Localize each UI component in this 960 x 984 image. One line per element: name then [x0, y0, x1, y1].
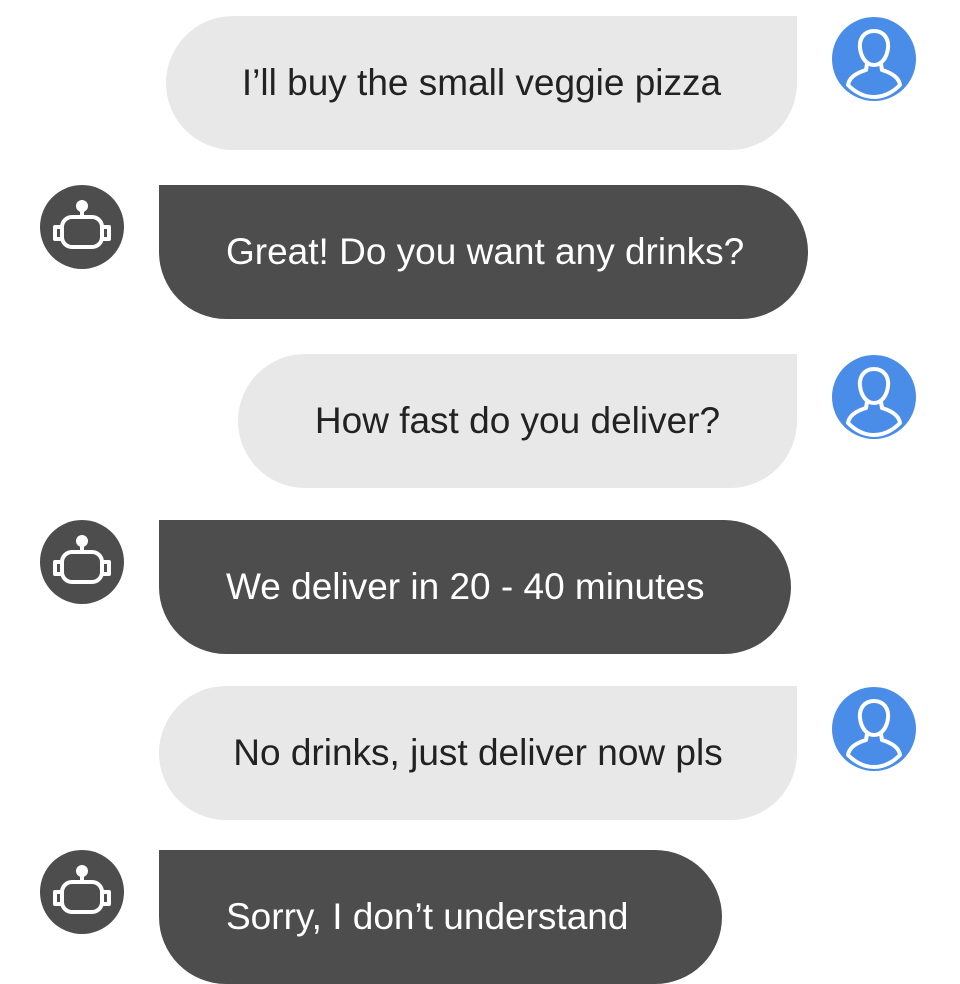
user-message: I’ll buy the small veggie pizza — [0, 16, 960, 150]
user-message: No drinks, just deliver now pls — [0, 686, 960, 820]
message-text: I’ll buy the small veggie pizza — [241, 62, 722, 103]
bot-message: Sorry, I don’t understand — [0, 850, 960, 984]
user-avatar — [832, 355, 916, 439]
user-bubble: No drinks, just deliver now pls — [159, 686, 797, 820]
message-text: How fast do you deliver? — [314, 400, 721, 441]
user-avatar — [832, 687, 916, 771]
robot-head-icon — [53, 865, 111, 914]
bot-avatar — [40, 520, 124, 604]
bot-message: We deliver in 20 - 40 minutes — [0, 520, 960, 654]
user-bubble: I’ll buy the small veggie pizza — [166, 16, 797, 150]
bot-bubble: We deliver in 20 - 40 minutes — [159, 520, 791, 654]
user-message: How fast do you deliver? — [0, 354, 960, 488]
user-bubble: How fast do you deliver? — [238, 354, 797, 488]
bot-message: Great! Do you want any drinks? — [0, 185, 960, 319]
message-text: We deliver in 20 - 40 minutes — [226, 566, 705, 607]
bot-bubble: Great! Do you want any drinks? — [159, 185, 808, 319]
bot-avatar — [40, 185, 124, 269]
message-text: No drinks, just deliver now pls — [233, 732, 723, 773]
user-silhouette-icon — [846, 699, 902, 769]
robot-head-icon — [53, 200, 111, 249]
robot-head-icon — [53, 535, 111, 584]
user-silhouette-icon — [846, 367, 902, 437]
user-silhouette-icon — [846, 29, 902, 99]
message-text: Great! Do you want any drinks? — [226, 231, 745, 272]
user-avatar — [832, 17, 916, 101]
bot-bubble: Sorry, I don’t understand — [159, 850, 722, 984]
bot-avatar — [40, 850, 124, 934]
message-text: Sorry, I don’t understand — [226, 896, 629, 937]
